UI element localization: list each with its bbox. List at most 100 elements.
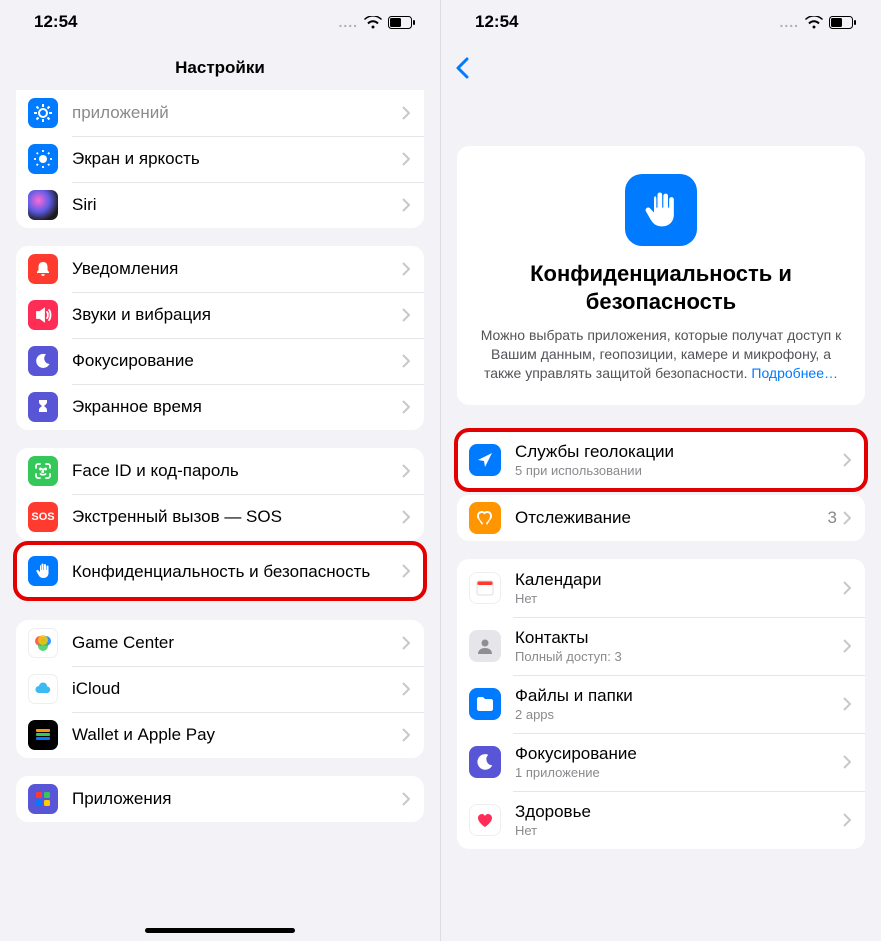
row-label: приложений [72, 102, 402, 124]
row-label: Уведомления [72, 258, 402, 280]
row-apps[interactable]: Приложения [16, 776, 424, 822]
tracking-group: Отслеживание 3 [457, 495, 865, 541]
row-label: Siri [72, 194, 402, 216]
row-wallet[interactable]: Wallet и Apple Pay [16, 712, 424, 758]
location-arrow-icon [469, 444, 501, 476]
cloud-icon [28, 674, 58, 704]
row-label: Файлы и папки [515, 685, 843, 707]
chevron-right-icon [402, 564, 410, 578]
tracking-icon [469, 502, 501, 534]
hand-large-icon [625, 174, 697, 246]
row-label: Экстренный вызов — SOS [72, 506, 402, 528]
speaker-icon [28, 300, 58, 330]
calendar-icon [469, 572, 501, 604]
moon-icon [469, 746, 501, 778]
row-screentime[interactable]: Экранное время [16, 384, 424, 430]
back-button[interactable] [455, 57, 469, 79]
chevron-right-icon [843, 581, 851, 595]
row-files[interactable]: Файлы и папки 2 apps [457, 675, 865, 733]
row-focus[interactable]: Фокусирование [16, 338, 424, 384]
settings-group-5: Приложения [16, 776, 424, 822]
chevron-right-icon [402, 636, 410, 650]
gear-icon [28, 98, 58, 128]
row-sublabel: Полный доступ: 3 [515, 649, 843, 665]
chevron-right-icon [402, 728, 410, 742]
row-privacy[interactable]: Конфиденциальность и безопасность [16, 544, 424, 598]
row-contacts[interactable]: Контакты Полный доступ: 3 [457, 617, 865, 675]
status-bar: 12:54 .... [0, 0, 440, 44]
settings-group-partial: приложений Экран и яркость Siri [16, 90, 424, 228]
row-app-partial[interactable]: приложений [16, 90, 424, 136]
row-label: Отслеживание [515, 507, 828, 529]
sos-icon: SOS [28, 502, 58, 532]
wifi-icon [805, 16, 823, 29]
chevron-right-icon [402, 262, 410, 276]
row-faceid[interactable]: Face ID и код-пароль [16, 448, 424, 494]
settings-group-privacy-highlighted: Конфиденциальность и безопасность [16, 544, 424, 598]
row-label: Контакты [515, 627, 843, 649]
chevron-right-icon [843, 755, 851, 769]
location-row-highlighted: Службы геолокации 5 при использовании [457, 431, 865, 489]
cellular-dots-icon: .... [338, 14, 358, 30]
row-label: Фокусирование [72, 350, 402, 372]
chevron-right-icon [843, 639, 851, 653]
hero-description: Можно выбрать приложения, которые получа… [475, 326, 847, 383]
wifi-icon [364, 16, 382, 29]
row-calendars[interactable]: Календари Нет [457, 559, 865, 617]
row-notifications[interactable]: Уведомления [16, 246, 424, 292]
home-indicator[interactable] [145, 928, 295, 933]
contacts-icon [469, 630, 501, 662]
row-display[interactable]: Экран и яркость [16, 136, 424, 182]
chevron-right-icon [402, 682, 410, 696]
row-label: Службы геолокации [515, 441, 843, 463]
chevron-right-icon [402, 152, 410, 166]
row-label: Wallet и Apple Pay [72, 724, 402, 746]
settings-group-2: Уведомления Звуки и вибрация Фокусирован… [16, 246, 424, 430]
chevron-right-icon [843, 511, 851, 525]
row-label: Face ID и код-пароль [72, 460, 402, 482]
row-icloud[interactable]: iCloud [16, 666, 424, 712]
wallet-icon [28, 720, 58, 750]
row-sublabel: 5 при использовании [515, 463, 843, 479]
row-sublabel: 1 приложение [515, 765, 843, 781]
row-gamecenter[interactable]: Game Center [16, 620, 424, 666]
row-health[interactable]: Здоровье Нет [457, 791, 865, 849]
chevron-right-icon [843, 453, 851, 467]
chevron-right-icon [402, 106, 410, 120]
heart-icon [469, 804, 501, 836]
row-label: Конфиденциальность и безопасность [72, 561, 402, 582]
row-label: Звуки и вибрация [72, 304, 402, 326]
row-location-services[interactable]: Службы геолокации 5 при использовании [457, 431, 865, 489]
row-siri[interactable]: Siri [16, 182, 424, 228]
privacy-screen: 12:54 .... Конфиденциальность и безопасн… [440, 0, 881, 941]
nav-back-bar [441, 44, 881, 92]
status-time: 12:54 [34, 12, 77, 32]
chevron-right-icon [402, 400, 410, 414]
hero-title: Конфиденциальность и безопасность [475, 260, 847, 316]
chevron-right-icon [402, 308, 410, 322]
row-focus2[interactable]: Фокусирование 1 приложение [457, 733, 865, 791]
page-title: Настройки [175, 58, 265, 78]
row-sounds[interactable]: Звуки и вибрация [16, 292, 424, 338]
cellular-dots-icon: .... [779, 14, 799, 30]
privacy-list[interactable]: Конфиденциальность и безопасность Можно … [441, 92, 881, 941]
privacy-group-2: Календари Нет Контакты Полный доступ: 3 … [457, 559, 865, 849]
chevron-right-icon [402, 510, 410, 524]
status-time: 12:54 [475, 12, 518, 32]
sun-icon [28, 144, 58, 174]
status-bar: 12:54 .... [441, 0, 881, 44]
bell-icon [28, 254, 58, 284]
row-label: iCloud [72, 678, 402, 700]
row-sos[interactable]: SOS Экстренный вызов — SOS [16, 494, 424, 540]
row-sublabel: Нет [515, 591, 843, 607]
row-label: Календари [515, 569, 843, 591]
row-label: Экранное время [72, 396, 402, 418]
row-label: Приложения [72, 788, 402, 810]
settings-list[interactable]: приложений Экран и яркость Siri Уведомле… [0, 90, 440, 941]
chevron-right-icon [402, 198, 410, 212]
hand-icon [28, 556, 58, 586]
learn-more-link[interactable]: Подробнее… [751, 365, 838, 381]
row-tracking[interactable]: Отслеживание 3 [457, 495, 865, 541]
row-label: Здоровье [515, 801, 843, 823]
row-label: Экран и яркость [72, 148, 402, 170]
